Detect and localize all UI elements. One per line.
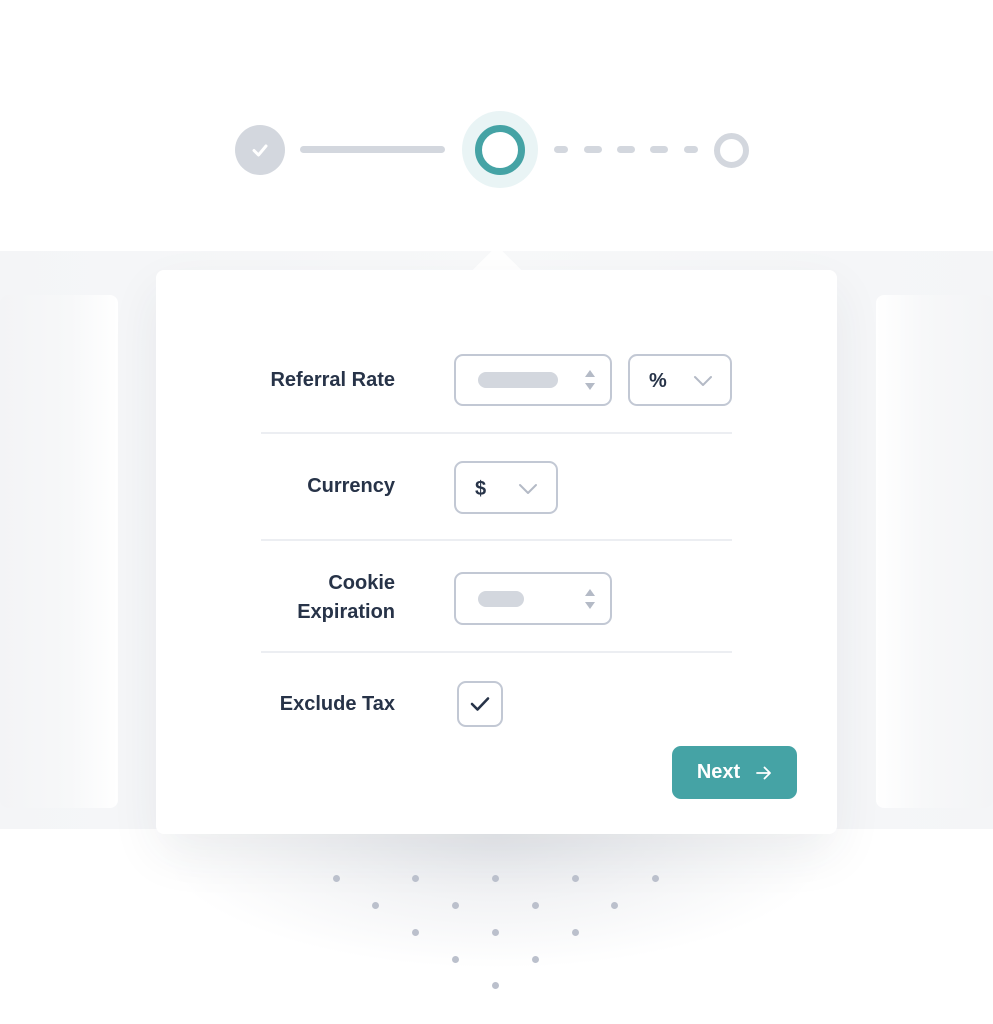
divider [261, 432, 732, 434]
dot [532, 956, 539, 963]
dot [532, 902, 539, 909]
exclude-tax-checkbox[interactable] [457, 681, 503, 727]
dot [452, 956, 459, 963]
divider [261, 651, 732, 653]
unit-value: % [649, 370, 667, 392]
chevron-down-icon [519, 484, 537, 494]
ghost-card-right [876, 295, 993, 808]
dot [452, 902, 459, 909]
dot [412, 929, 419, 936]
step-connector-dash [584, 146, 602, 153]
step-complete[interactable] [235, 125, 285, 175]
dot [652, 875, 659, 882]
dot [333, 875, 340, 882]
step-connector-dash [617, 146, 635, 153]
step-connector-complete [300, 146, 445, 153]
value-placeholder [478, 372, 558, 388]
step-current[interactable] [475, 125, 525, 175]
dot [492, 875, 499, 882]
stepper-arrows-icon[interactable] [584, 369, 596, 391]
step-upcoming[interactable] [714, 133, 749, 168]
cookie-expiration-label: Cookie Expiration [297, 569, 395, 627]
dot [492, 929, 499, 936]
check-icon [470, 697, 490, 711]
referral-rate-label: Referral Rate [270, 369, 395, 391]
currency-label: Currency [307, 475, 395, 497]
step-connector-dash [684, 146, 698, 153]
dot [372, 902, 379, 909]
dot [611, 902, 618, 909]
cookie-expiration-input[interactable] [454, 572, 612, 625]
cookie-expiration-label-line2: Expiration [297, 601, 395, 623]
referral-rate-unit-select[interactable]: % [628, 354, 732, 406]
currency-select[interactable]: $ [454, 461, 558, 514]
step-connector-dash [650, 146, 668, 153]
cookie-expiration-label-line1: Cookie [328, 572, 395, 594]
dot [412, 875, 419, 882]
dot [572, 929, 579, 936]
value-placeholder [478, 591, 524, 607]
dot [492, 982, 499, 989]
step-connector-dash [554, 146, 568, 153]
ghost-card-left [0, 295, 118, 808]
currency-value: $ [475, 478, 487, 500]
referral-rate-input[interactable] [454, 354, 612, 406]
stepper-arrows-icon[interactable] [584, 588, 596, 610]
exclude-tax-label: Exclude Tax [279, 693, 395, 715]
arrow-right-icon [756, 766, 772, 779]
card-shadow [150, 820, 843, 970]
chevron-down-icon [694, 376, 712, 386]
next-button-label: Next [696, 761, 741, 783]
check-icon [252, 144, 268, 157]
dot [572, 875, 579, 882]
divider [261, 539, 732, 541]
next-button[interactable]: Next [672, 746, 797, 799]
